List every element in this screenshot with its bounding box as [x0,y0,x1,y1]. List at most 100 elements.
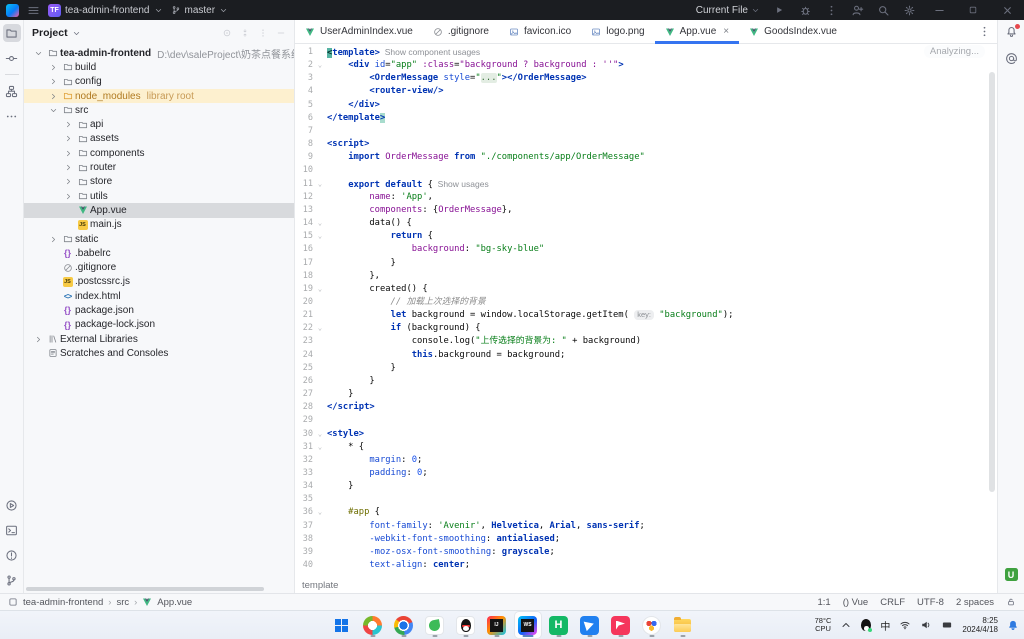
tab-UserAdminIndex.vue[interactable]: UserAdminIndex.vue [295,20,423,43]
code-line[interactable]: 31⌄ * { [295,441,987,454]
chevron-right-icon[interactable] [62,163,75,172]
chevron-right-icon[interactable] [62,134,75,143]
tab-logo.png[interactable]: logo.png [581,20,654,43]
code-line[interactable]: 20 // 加载上次选择的背景 [295,296,987,309]
tray-expand-icon[interactable] [840,619,852,631]
taskbar-app-file-explorer[interactable] [670,612,696,638]
taskbar-app-chrome[interactable] [391,612,417,638]
tab-GoodsIndex.vue[interactable]: GoodsIndex.vue [739,20,847,43]
vcs-widget[interactable]: master [171,5,229,16]
status-path-App.vue[interactable]: App.vue [157,597,192,608]
tree-item-api[interactable]: api [24,117,294,131]
tree-item-components[interactable]: components [24,146,294,160]
code-line[interactable]: 34 } [295,480,987,493]
status-widget[interactable]: 2 spaces [956,597,994,608]
main-menu-icon[interactable] [27,4,40,17]
code-line[interactable]: 11⌄ export default { Show usages [295,178,987,191]
run-tool-button[interactable] [3,496,21,514]
device-icon[interactable] [941,619,953,631]
status-widget[interactable]: CRLF [880,597,905,608]
fold-arrow-icon[interactable]: ⌄ [313,506,327,519]
tree-item-src[interactable]: src [24,103,294,117]
code-line[interactable]: 30⌄<style> [295,428,987,441]
code-line[interactable]: 17 } [295,257,987,270]
run-configuration-selector[interactable]: Current File [690,5,766,16]
code-line[interactable]: 37 font-family: 'Avenir', Helvetica, Ari… [295,520,987,533]
taskbar-app-intellij-idea[interactable]: IJ [484,612,510,638]
tree-item-index.html[interactable]: <>index.html [24,289,294,303]
code-line[interactable]: 39 -moz-osx-font-smoothing: grayscale; [295,546,987,559]
tree-item-Scratches and Consoles[interactable]: Scratches and Consoles [24,346,294,360]
ai-assistant-button[interactable] [1005,52,1018,70]
code-line[interactable]: 28</script> [295,401,987,414]
chevron-right-icon[interactable] [47,77,60,86]
status-widget[interactable]: UTF-8 [917,597,944,608]
project-widget[interactable]: TF tea-admin-frontend [48,4,163,17]
code-line[interactable]: 3 <OrderMessage style="..."></OrderMessa… [295,72,987,85]
chevron-right-icon[interactable] [47,235,60,244]
code-line[interactable]: 12 name: 'App', [295,191,987,204]
code-line[interactable]: 40 text-align: center; [295,559,987,572]
status-widget[interactable]: () Vue [843,597,869,608]
tab-.gitignore[interactable]: .gitignore [423,20,499,43]
wifi-icon[interactable] [899,619,911,631]
code-line[interactable]: 1<template> Show component usages [295,46,987,59]
close-button[interactable] [990,0,1024,20]
status-path-src[interactable]: src [116,597,129,608]
code-line[interactable]: 13 components: {OrderMessage}, [295,204,987,217]
code-line[interactable]: 27 } [295,388,987,401]
fold-arrow-icon[interactable]: ⌄ [313,283,327,296]
locate-file-icon[interactable] [222,28,232,38]
taskbar-app-hbuilderx[interactable]: H [546,612,572,638]
lock-open-icon[interactable] [1006,597,1016,607]
chevron-down-icon[interactable] [47,106,60,115]
cpu-temp-widget[interactable]: 78°C CPU [815,617,832,633]
fold-arrow-icon[interactable]: ⌄ [313,441,327,454]
taskbar-app-colorful-circles-app[interactable] [639,612,665,638]
status-path-tea-admin-frontend[interactable]: tea-admin-frontend [23,597,103,608]
tree-item-.postcssrc.js[interactable]: JS.postcssrc.js [24,275,294,289]
tree-item-package-lock.json[interactable]: {}package-lock.json [24,318,294,332]
code-line[interactable]: 32 margin: 0; [295,454,987,467]
commit-tool-button[interactable] [3,49,21,67]
code-line[interactable]: 25 } [295,362,987,375]
code-line[interactable]: 19⌄ created() { [295,283,987,296]
code-with-me-button[interactable] [844,0,870,20]
project-panel-title[interactable]: Project [32,27,68,39]
terminal-tool-button[interactable] [3,521,21,539]
code-line[interactable]: 7 [295,125,987,138]
code-line[interactable]: 14⌄ data() { [295,217,987,230]
chevron-right-icon[interactable] [62,149,75,158]
chevron-right-icon[interactable] [32,335,45,344]
more-tools-button[interactable] [3,107,21,125]
code-line[interactable]: 2⌄ <div id="app" :class="background ? ba… [295,59,987,72]
code-line[interactable]: 16 background: "bg-sky-blue" [295,243,987,256]
chevron-right-icon[interactable] [47,92,60,101]
code-line[interactable]: 15⌄ return { [295,230,987,243]
status-widget[interactable]: 1:1 [817,597,830,608]
volume-icon[interactable] [920,619,932,631]
taskbar-app-start[interactable] [329,612,355,638]
code-line[interactable]: 24 this.background = background; [295,349,987,362]
fold-arrow-icon[interactable]: ⌄ [313,178,327,191]
taskbar-app-browser-circle[interactable] [360,612,386,638]
tree-item-router[interactable]: router [24,160,294,174]
fold-arrow-icon[interactable]: ⌄ [313,428,327,441]
structure-tool-button[interactable] [3,82,21,100]
qq-tray-icon[interactable] [861,619,871,631]
chevron-right-icon[interactable] [47,63,60,72]
debug-button[interactable] [792,0,818,20]
ime-indicator[interactable]: 中 [880,618,890,633]
code-line[interactable]: 36⌄ #app { [295,506,987,519]
code-line[interactable]: 26 } [295,375,987,388]
code-line[interactable]: 35 [295,493,987,506]
code-line[interactable]: 33 padding: 0; [295,467,987,480]
collapse-all-icon[interactable] [240,28,250,38]
editor-vertical-scrollbar[interactable] [989,72,995,492]
tree-item-External Libraries[interactable]: External Libraries [24,332,294,346]
taskbar-app-webstorm[interactable]: WS [515,612,541,638]
search-everywhere-button[interactable] [870,0,896,20]
tree-item-assets[interactable]: assets [24,132,294,146]
chevron-right-icon[interactable] [62,192,75,201]
taskbar-app-red-media-app[interactable] [608,612,634,638]
